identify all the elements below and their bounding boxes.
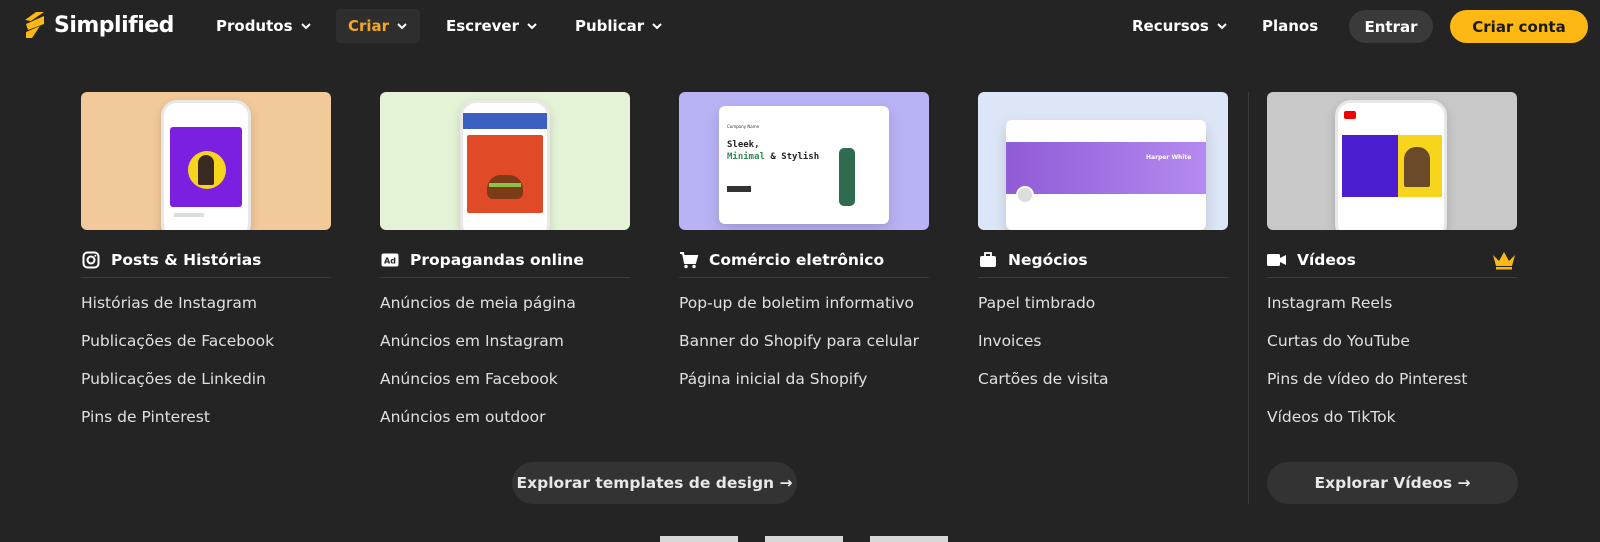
nav-produtos-label: Produtos bbox=[216, 17, 293, 35]
login-button[interactable]: Entrar bbox=[1349, 10, 1433, 43]
crown-icon bbox=[1493, 252, 1515, 270]
nav-escrever-label: Escrever bbox=[446, 17, 519, 35]
phone-mockup bbox=[1335, 100, 1447, 230]
link-item[interactable]: Pins de vídeo do Pinterest bbox=[1267, 368, 1517, 406]
nav-publicar[interactable]: Publicar bbox=[563, 9, 675, 43]
column-title: Propagandas online bbox=[410, 250, 584, 269]
link-item[interactable]: Anúncios em Facebook bbox=[380, 368, 630, 406]
column-propagandas: Ad Propagandas online Anúncios de meia p… bbox=[380, 92, 630, 444]
brand-name: Simplified bbox=[54, 12, 174, 38]
linkedin-profile-mockup: Harper White bbox=[1006, 120, 1206, 230]
laptop-mockup: Company Name Sleek, Minimal & Stylish bbox=[719, 106, 889, 224]
cart-icon bbox=[679, 250, 699, 270]
briefcase-icon bbox=[978, 250, 998, 270]
chevron-down-icon bbox=[1217, 23, 1227, 30]
mock-headline-1: Sleek, bbox=[727, 140, 760, 150]
column-videos: Vídeos Instagram Reels Curtas do YouTube… bbox=[1267, 92, 1517, 444]
mock-headline-2: Minimal bbox=[727, 152, 765, 162]
nav-recursos-label: Recursos bbox=[1132, 17, 1209, 35]
link-item[interactable]: Instagram Reels bbox=[1267, 292, 1517, 330]
nav-escrever[interactable]: Escrever bbox=[434, 9, 550, 43]
mock-profile-name: Harper White bbox=[1146, 154, 1192, 161]
link-item[interactable]: Anúncios em Instagram bbox=[380, 330, 630, 368]
link-item[interactable]: Invoices bbox=[978, 330, 1228, 368]
column-posts-historias: Posts & Histórias Histórias de Instagram… bbox=[81, 92, 331, 444]
link-item[interactable]: Anúncios em outdoor bbox=[380, 406, 630, 444]
nav-criar-label: Criar bbox=[348, 17, 390, 35]
link-list: Anúncios de meia página Anúncios em Inst… bbox=[380, 292, 630, 444]
column-header: Vídeos bbox=[1267, 248, 1517, 278]
column-title: Vídeos bbox=[1297, 250, 1356, 269]
thumbnail-comercio[interactable]: Company Name Sleek, Minimal & Stylish bbox=[679, 92, 929, 230]
column-title: Posts & Histórias bbox=[111, 250, 262, 269]
phone-mockup bbox=[460, 100, 550, 230]
cropped-content bbox=[765, 536, 843, 542]
column-header: Posts & Histórias bbox=[81, 248, 331, 278]
simplified-logo-icon bbox=[25, 12, 44, 38]
nav-publicar-label: Publicar bbox=[575, 17, 645, 35]
column-comercio: Company Name Sleek, Minimal & Stylish Co… bbox=[679, 92, 929, 406]
link-item[interactable]: Publicações de Facebook bbox=[81, 330, 331, 368]
instagram-icon bbox=[81, 250, 101, 270]
chevron-down-icon bbox=[397, 23, 407, 30]
link-item[interactable]: Vídeos do TikTok bbox=[1267, 406, 1517, 444]
explore-videos-button[interactable]: Explorar Vídeos → bbox=[1267, 462, 1518, 504]
cropped-content bbox=[870, 536, 948, 542]
column-header: Comércio eletrônico bbox=[679, 248, 929, 278]
link-item[interactable]: Pins de Pinterest bbox=[81, 406, 331, 444]
nav-planos-label: Planos bbox=[1262, 17, 1319, 35]
nav-produtos[interactable]: Produtos bbox=[204, 9, 324, 43]
nav-planos[interactable]: Planos bbox=[1250, 9, 1330, 43]
cropped-content bbox=[660, 536, 738, 542]
column-negocios: Harper White Negócios Papel timbrado Inv… bbox=[978, 92, 1228, 406]
svg-text:Ad: Ad bbox=[384, 256, 396, 265]
signup-button[interactable]: Criar conta bbox=[1450, 10, 1588, 43]
thumbnail-videos[interactable] bbox=[1267, 92, 1517, 230]
mock-headline-3: & Stylish bbox=[770, 152, 820, 162]
thumbnail-posts-historias[interactable] bbox=[81, 92, 331, 230]
link-item[interactable]: Curtas do YouTube bbox=[1267, 330, 1517, 368]
link-item[interactable]: Histórias de Instagram bbox=[81, 292, 331, 330]
mock-company-name: Company Name bbox=[727, 124, 760, 129]
ad-icon: Ad bbox=[380, 250, 400, 270]
link-item[interactable]: Cartões de visita bbox=[978, 368, 1228, 406]
thumbnail-negocios[interactable]: Harper White bbox=[978, 92, 1228, 230]
link-item[interactable]: Anúncios de meia página bbox=[380, 292, 630, 330]
column-divider bbox=[1248, 92, 1249, 504]
link-list: Pop-up de boletim informativo Banner do … bbox=[679, 292, 929, 406]
link-item[interactable]: Publicações de Linkedin bbox=[81, 368, 331, 406]
mock-headline-line: Minimal & Stylish bbox=[727, 152, 819, 162]
video-icon bbox=[1267, 250, 1287, 270]
column-title: Comércio eletrônico bbox=[709, 250, 885, 269]
link-list: Papel timbrado Invoices Cartões de visit… bbox=[978, 292, 1228, 406]
phone-mockup bbox=[161, 100, 251, 230]
explore-design-templates-button[interactable]: Explorar templates de design → bbox=[512, 462, 797, 504]
brand-logo[interactable]: Simplified bbox=[22, 10, 174, 40]
column-title: Negócios bbox=[1008, 250, 1088, 269]
link-item[interactable]: Banner do Shopify para celular bbox=[679, 330, 929, 368]
chevron-down-icon bbox=[652, 23, 662, 30]
top-navigation: Simplified Produtos Criar Escrever Publi… bbox=[0, 0, 1600, 52]
column-header: Negócios bbox=[978, 248, 1228, 278]
nav-criar[interactable]: Criar bbox=[336, 9, 421, 43]
nav-recursos[interactable]: Recursos bbox=[1120, 9, 1240, 43]
link-item[interactable]: Página inicial da Shopify bbox=[679, 368, 929, 406]
link-list: Histórias de Instagram Publicações de Fa… bbox=[81, 292, 331, 444]
link-list: Instagram Reels Curtas do YouTube Pins d… bbox=[1267, 292, 1517, 444]
thumbnail-propagandas[interactable] bbox=[380, 92, 630, 230]
chevron-down-icon bbox=[527, 23, 537, 30]
link-item[interactable]: Pop-up de boletim informativo bbox=[679, 292, 929, 330]
chevron-down-icon bbox=[300, 23, 311, 30]
link-item[interactable]: Papel timbrado bbox=[978, 292, 1228, 330]
column-header: Ad Propagandas online bbox=[380, 248, 630, 278]
